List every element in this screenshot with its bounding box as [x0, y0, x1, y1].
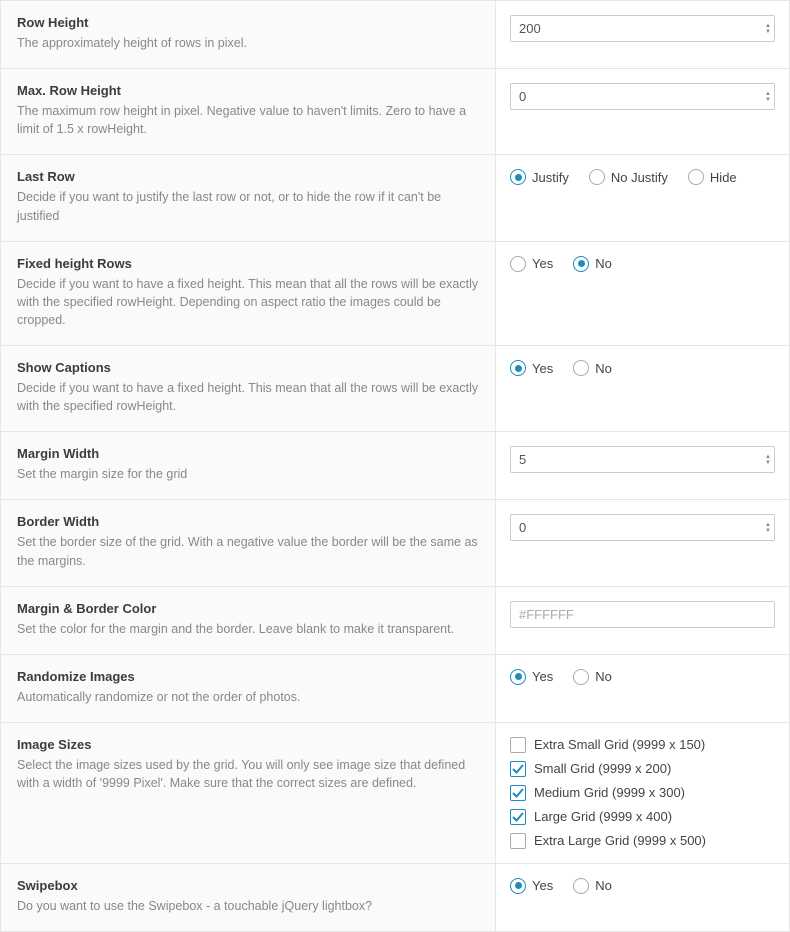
label-title: Row Height — [17, 15, 479, 30]
settings-table: Row Height The approximately height of r… — [0, 0, 790, 932]
spinner-down-icon[interactable]: ▼ — [765, 29, 771, 35]
checkbox-label: Extra Small Grid (9999 x 150) — [534, 737, 705, 752]
label-desc: Decide if you want to justify the last r… — [17, 188, 479, 224]
checkbox-lg[interactable]: Large Grid (9999 x 400) — [510, 809, 775, 825]
spinner[interactable]: ▲▼ — [765, 23, 771, 35]
checkbox-xs[interactable]: Extra Small Grid (9999 x 150) — [510, 737, 775, 753]
randomize-radio-group: Yes No — [510, 669, 775, 685]
radio-label: Yes — [532, 361, 553, 376]
checkbox-xl[interactable]: Extra Large Grid (9999 x 500) — [510, 833, 775, 849]
label-desc: Do you want to use the Swipebox - a touc… — [17, 897, 479, 915]
radio-icon — [573, 256, 589, 272]
radio-no[interactable]: No — [573, 256, 612, 272]
radio-icon — [510, 360, 526, 376]
radio-label: No Justify — [611, 170, 668, 185]
radio-no[interactable]: No — [573, 360, 612, 376]
spinner[interactable]: ▲▼ — [765, 91, 771, 103]
row-swipebox: Swipebox Do you want to use the Swipebox… — [1, 864, 789, 931]
fixed-height-radio-group: Yes No — [510, 256, 775, 272]
row-image-sizes: Image Sizes Select the image sizes used … — [1, 723, 789, 864]
show-captions-radio-group: Yes No — [510, 360, 775, 376]
label-desc: Set the color for the margin and the bor… — [17, 620, 479, 638]
row-row-height: Row Height The approximately height of r… — [1, 1, 789, 69]
spinner[interactable]: ▲▼ — [765, 454, 771, 466]
spinner-down-icon[interactable]: ▼ — [765, 528, 771, 534]
checkbox-label: Medium Grid (9999 x 300) — [534, 785, 685, 800]
radio-no[interactable]: No — [573, 669, 612, 685]
radio-icon — [589, 169, 605, 185]
radio-label: No — [595, 361, 612, 376]
radio-icon — [510, 169, 526, 185]
label-desc: Decide if you want to have a fixed heigh… — [17, 275, 479, 329]
last-row-radio-group: Justify No Justify Hide — [510, 169, 775, 185]
row-margin-color: Margin & Border Color Set the color for … — [1, 587, 789, 655]
radio-label: Yes — [532, 256, 553, 271]
radio-icon — [573, 669, 589, 685]
border-width-input[interactable]: ▲▼ — [510, 514, 775, 541]
row-border-width: Border Width Set the border size of the … — [1, 500, 789, 586]
radio-yes[interactable]: Yes — [510, 256, 553, 272]
radio-icon — [573, 360, 589, 376]
label-title: Margin Width — [17, 446, 479, 461]
checkbox-md[interactable]: Medium Grid (9999 x 300) — [510, 785, 775, 801]
radio-no-justify[interactable]: No Justify — [589, 169, 668, 185]
radio-label: Yes — [532, 669, 553, 684]
image-sizes-checkbox-group: Extra Small Grid (9999 x 150) Small Grid… — [510, 737, 775, 849]
checkbox-sm[interactable]: Small Grid (9999 x 200) — [510, 761, 775, 777]
label-desc: Set the border size of the grid. With a … — [17, 533, 479, 569]
radio-icon — [510, 256, 526, 272]
row-height-input[interactable]: ▲▼ — [510, 15, 775, 42]
label-desc: Set the margin size for the grid — [17, 465, 479, 483]
checkbox-icon — [510, 761, 526, 777]
label-desc: Decide if you want to have a fixed heigh… — [17, 379, 479, 415]
label-title: Max. Row Height — [17, 83, 479, 98]
max-row-height-field[interactable] — [510, 83, 775, 110]
checkbox-label: Small Grid (9999 x 200) — [534, 761, 671, 776]
margin-width-field[interactable] — [510, 446, 775, 473]
radio-icon — [688, 169, 704, 185]
checkbox-label: Extra Large Grid (9999 x 500) — [534, 833, 706, 848]
radio-label: Justify — [532, 170, 569, 185]
radio-label: No — [595, 256, 612, 271]
label-desc: The approximately height of rows in pixe… — [17, 34, 479, 52]
checkbox-icon — [510, 785, 526, 801]
radio-yes[interactable]: Yes — [510, 669, 553, 685]
row-randomize: Randomize Images Automatically randomize… — [1, 655, 789, 723]
radio-icon — [510, 669, 526, 685]
row-margin-width: Margin Width Set the margin size for the… — [1, 432, 789, 500]
checkbox-label: Large Grid (9999 x 400) — [534, 809, 672, 824]
label-title: Image Sizes — [17, 737, 479, 752]
radio-hide[interactable]: Hide — [688, 169, 737, 185]
spinner-down-icon[interactable]: ▼ — [765, 97, 771, 103]
label-title: Swipebox — [17, 878, 479, 893]
label-title: Margin & Border Color — [17, 601, 479, 616]
label-title: Randomize Images — [17, 669, 479, 684]
radio-label: No — [595, 669, 612, 684]
label-desc: Automatically randomize or not the order… — [17, 688, 479, 706]
radio-yes[interactable]: Yes — [510, 360, 553, 376]
label-title: Fixed height Rows — [17, 256, 479, 271]
radio-label: Hide — [710, 170, 737, 185]
spinner-down-icon[interactable]: ▼ — [765, 460, 771, 466]
checkbox-icon — [510, 737, 526, 753]
row-max-row-height: Max. Row Height The maximum row height i… — [1, 69, 789, 155]
margin-width-input[interactable]: ▲▼ — [510, 446, 775, 473]
checkbox-icon — [510, 833, 526, 849]
row-fixed-height: Fixed height Rows Decide if you want to … — [1, 242, 789, 346]
label-title: Show Captions — [17, 360, 479, 375]
spinner[interactable]: ▲▼ — [765, 522, 771, 534]
row-height-field[interactable] — [510, 15, 775, 42]
border-width-field[interactable] — [510, 514, 775, 541]
label-desc: The maximum row height in pixel. Negativ… — [17, 102, 479, 138]
radio-justify[interactable]: Justify — [510, 169, 569, 185]
label-desc: Select the image sizes used by the grid.… — [17, 756, 479, 792]
checkbox-icon — [510, 809, 526, 825]
margin-color-field[interactable] — [510, 601, 775, 628]
max-row-height-input[interactable]: ▲▼ — [510, 83, 775, 110]
label-title: Last Row — [17, 169, 479, 184]
row-last-row: Last Row Decide if you want to justify t… — [1, 155, 789, 241]
row-show-captions: Show Captions Decide if you want to have… — [1, 346, 789, 432]
label-title: Border Width — [17, 514, 479, 529]
